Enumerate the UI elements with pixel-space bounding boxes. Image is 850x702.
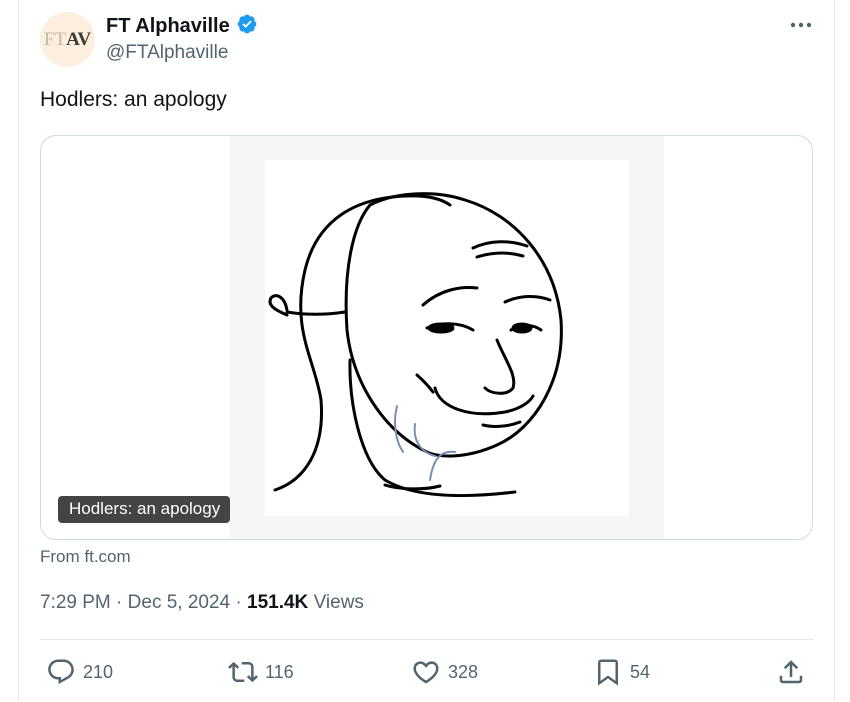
like-count: 328 xyxy=(448,661,479,682)
share-icon xyxy=(779,660,803,684)
repost-icon xyxy=(228,661,258,683)
repost-button[interactable]: 116 xyxy=(228,652,294,692)
author-handle[interactable]: @FTAlphaville xyxy=(106,42,228,64)
tweet-date[interactable]: Dec 5, 2024 xyxy=(128,592,230,613)
bookmark-button[interactable]: 54 xyxy=(593,652,650,692)
like-icon xyxy=(413,661,439,684)
bookmark-icon xyxy=(598,659,618,686)
tweet-meta: 7:29 PM · Dec 5, 2024 · 151.4K Views xyxy=(40,592,364,614)
reply-button[interactable]: 210 xyxy=(46,652,113,692)
bookmark-count: 54 xyxy=(630,661,651,682)
divider xyxy=(40,639,814,640)
tweet-text: Hodlers: an apology xyxy=(40,88,227,111)
media-caption: Hodlers: an apology xyxy=(58,496,231,523)
repost-count: 116 xyxy=(265,661,294,682)
tweet-time[interactable]: 7:29 PM xyxy=(40,592,111,613)
author-name-row: FT Alphaville xyxy=(106,13,258,40)
reply-icon xyxy=(48,659,74,685)
avatar-ft-text: FT xyxy=(43,28,67,50)
avatar-av-text: AV xyxy=(66,28,92,50)
views-label: Views xyxy=(313,592,364,613)
reply-count: 210 xyxy=(83,661,114,682)
media-card[interactable]: Hodlers: an apology xyxy=(40,135,813,540)
more-icon[interactable] xyxy=(788,16,814,34)
verified-badge-icon xyxy=(236,13,258,40)
author-name[interactable]: FT Alphaville xyxy=(106,15,230,38)
meta-separator: · xyxy=(235,592,242,613)
like-button[interactable]: 328 xyxy=(411,652,478,692)
meta-separator: · xyxy=(116,592,123,613)
views-count: 151.4K xyxy=(247,592,309,613)
action-bar: 210 116 328 54 xyxy=(40,652,814,692)
source-link[interactable]: From ft.com xyxy=(40,547,131,567)
share-button[interactable] xyxy=(776,652,806,692)
wojak-mask-image xyxy=(265,160,629,516)
avatar[interactable]: FT AV xyxy=(40,12,95,67)
